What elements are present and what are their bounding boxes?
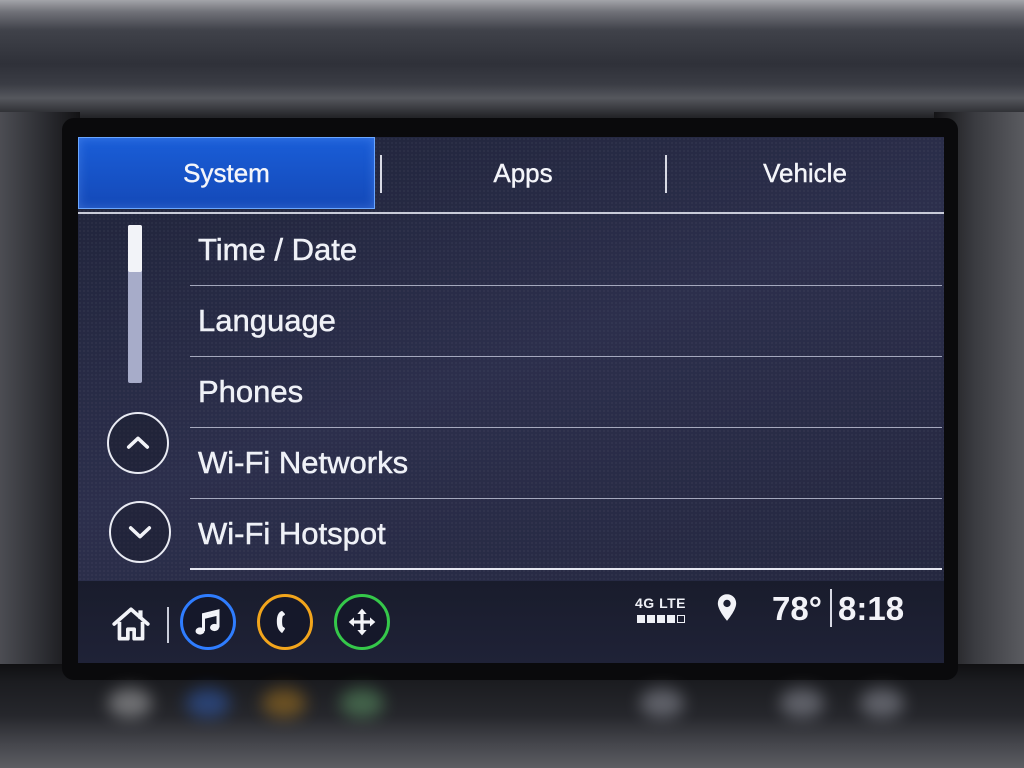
infotainment-screen: System Apps Vehicle Time / Date Language [78,137,944,663]
tab-underline-divider [78,212,944,214]
scroll-up-button[interactable] [107,412,169,474]
outside-temperature: 78° [772,590,822,627]
signal-bar [677,615,685,623]
signal-bar [637,615,645,623]
list-item-time-date[interactable]: Time / Date [190,215,942,286]
reflection-blob [860,688,904,718]
signal-bar [667,615,675,623]
tab-vehicle[interactable]: Vehicle [666,137,944,209]
tab-bar: System Apps Vehicle [78,137,944,210]
chevron-up-icon [126,436,150,449]
navigation-icon [348,608,376,636]
list-item-label: Wi-Fi Networks [198,445,409,481]
dashboard-trim-top [0,0,1024,126]
reflection-blob [640,688,684,718]
system-settings-list: Time / Date Language Phones Wi-Fi Networ… [190,215,942,570]
network-type-label: 4G LTE [635,595,686,611]
list-item-phones[interactable]: Phones [190,357,942,428]
signal-bar [647,615,655,623]
scrollbar[interactable] [128,225,142,383]
list-item-wifi-hotspot[interactable]: Wi-Fi Hotspot [190,499,942,570]
list-item-label: Phones [198,374,304,410]
phone-shortcut-button[interactable] [257,594,313,650]
list-item-label: Language [198,303,336,339]
location-pin-icon [717,594,737,621]
dock-divider [167,607,169,643]
list-item-label: Time / Date [198,232,358,268]
list-item-label: Wi-Fi Hotspot [198,515,386,551]
reflection-blob [186,688,230,718]
list-item-wifi-networks[interactable]: Wi-Fi Networks [190,428,942,499]
reflection-blob [108,688,152,718]
signal-strength-indicator [637,615,685,623]
navigation-shortcut-button[interactable] [334,594,390,650]
list-item-language[interactable]: Language [190,286,942,357]
screen-reflection [0,676,1024,736]
signal-bar [657,615,665,623]
tab-label: Vehicle [763,157,847,188]
tab-label: Apps [493,157,553,188]
bottom-status-bar: 4G LTE 78° 8:18 [78,581,944,663]
scroll-down-button[interactable] [109,501,171,563]
phone-icon [276,610,285,634]
tab-label: System [183,157,270,188]
reflection-blob [340,688,384,718]
music-note-icon [195,609,220,635]
clock-time: 8:18 [838,590,905,627]
tab-system[interactable]: System [78,137,375,209]
tab-apps[interactable]: Apps [381,137,665,209]
reflection-blob [780,688,824,718]
reflection-blob [262,688,306,718]
status-divider [830,589,832,627]
audio-shortcut-button[interactable] [180,594,236,650]
scrollbar-thumb[interactable] [128,225,142,272]
home-icon [112,607,150,641]
home-button[interactable] [110,603,152,645]
chevron-down-icon [128,526,152,539]
